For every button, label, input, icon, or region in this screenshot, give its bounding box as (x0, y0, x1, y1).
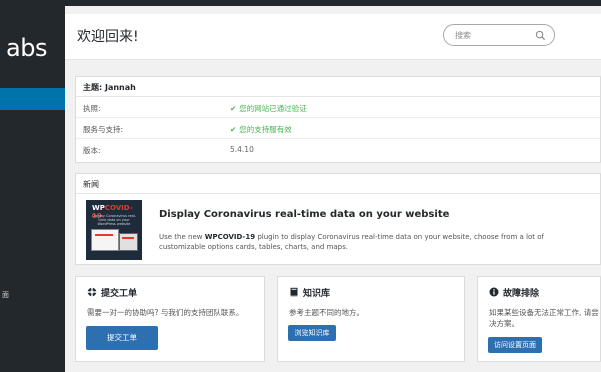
lifebuoy-icon (87, 287, 97, 297)
version-row: 版本: 5.4.10 (76, 139, 600, 160)
card-description: 如果某些设备无法正常工作, 请尝 决方案。 (489, 308, 599, 328)
search-box[interactable]: 搜索 (443, 24, 555, 46)
admin-sidebar: abs 面 (0, 6, 65, 372)
card-title: 故障排除 (489, 286, 539, 299)
theme-heading: 主题: Jannah (76, 77, 600, 97)
version-value: 5.4.10 (230, 145, 254, 154)
news-title[interactable]: Display Coronavirus real-time data on yo… (159, 209, 449, 220)
browse-kb-button[interactable]: 浏览知识库 (288, 325, 336, 341)
logo[interactable]: abs (0, 36, 65, 64)
visit-settings-button[interactable]: 访问设置页面 (488, 337, 542, 353)
thumb-screen-tablet (119, 233, 138, 251)
submit-ticket-card: 提交工单 需要一对一的协助吗? 与我们的支持团队联系。 提交工单 (75, 276, 265, 362)
card-title: 提交工单 (87, 286, 137, 299)
card-description: 参考主题不同的地方。 (289, 308, 364, 317)
support-status: ✔ 您的支持服有效 (230, 125, 292, 134)
support-row: 服务与支持: ✔ 您的支持服有效 (76, 118, 600, 139)
news-panel: 新闻 WPCOVID-19 Display Coronavirus real-t… (75, 173, 601, 265)
license-status: ✔ 您的网站已通过验证 (230, 104, 307, 113)
knowledge-base-card: 知识库 参考主题不同的地方。 浏览知识库 (277, 276, 465, 362)
card-title: 知识库 (289, 286, 330, 299)
check-icon: ✔ (230, 104, 237, 113)
submit-ticket-button[interactable]: 提交工单 (86, 326, 158, 350)
troubleshooting-card: 故障排除 如果某些设备无法正常工作, 请尝 决方案。 访问设置页面 (477, 276, 601, 362)
thumb-bar (95, 234, 113, 236)
sidebar-item-active[interactable] (0, 88, 65, 110)
news-body: Use the new WPCOVID-19 plugin to display… (159, 233, 545, 251)
admin-top-bar (0, 0, 601, 6)
license-label: 执照: (83, 104, 101, 113)
page-title: 欢迎回来! (77, 29, 139, 45)
support-label: 服务与支持: (83, 125, 124, 134)
check-icon: ✔ (230, 125, 237, 134)
news-heading: 新闻 (76, 174, 600, 194)
info-icon (489, 287, 499, 297)
sidebar-item-partial[interactable]: 面 (0, 290, 65, 300)
search-input[interactable]: 搜索 (455, 30, 471, 41)
version-label: 版本: (83, 146, 101, 155)
card-description: 需要一对一的协助吗? 与我们的支持团队联系。 (87, 308, 244, 317)
news-thumbnail[interactable]: WPCOVID-19 Display Coronavirus real-time… (86, 200, 142, 260)
book-icon (290, 287, 298, 297)
search-icon[interactable] (535, 30, 546, 41)
thumb-subtitle: Display Coronavirus real-time data on yo… (92, 214, 136, 226)
page-header: 欢迎回来! 搜索 (65, 14, 601, 60)
thumb-bar (122, 237, 134, 239)
license-row: 执照: ✔ 您的网站已通过验证 (76, 97, 600, 118)
thumb-screen-laptop (91, 229, 119, 251)
theme-info-panel: 主题: Jannah 执照: ✔ 您的网站已通过验证 服务与支持: ✔ 您的支持服有… (75, 76, 601, 163)
